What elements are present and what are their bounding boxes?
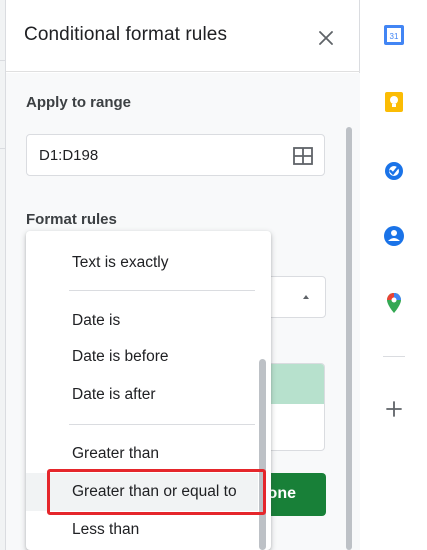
calendar-day: 31 xyxy=(390,32,399,41)
dropdown-arrow-icon xyxy=(303,295,309,299)
menu-item-greater-than[interactable]: Greater than xyxy=(26,435,258,473)
menu-item-label: Date is xyxy=(72,312,121,329)
menu-scrollbar[interactable] xyxy=(259,359,266,550)
close-icon xyxy=(319,31,333,45)
keep-icon[interactable] xyxy=(383,91,405,113)
tasks-icon[interactable] xyxy=(383,160,405,182)
panel-header: Conditional format rules xyxy=(6,0,360,72)
menu-item-less-than[interactable]: Less than xyxy=(26,511,258,549)
menu-item-label: Greater than xyxy=(72,445,160,462)
range-value[interactable]: D1:D198 xyxy=(39,147,98,164)
grid-select-icon[interactable] xyxy=(292,146,314,166)
menu-item-label: Less than xyxy=(72,521,140,538)
menu-item-text-is-exactly[interactable]: Text is exactly xyxy=(26,244,258,282)
side-panel-divider xyxy=(383,356,405,357)
panel-scrollbar[interactable] xyxy=(346,127,352,550)
side-panel: 31 xyxy=(361,0,427,550)
calendar-icon[interactable]: 31 xyxy=(383,24,405,46)
contacts-icon[interactable] xyxy=(383,225,405,247)
menu-item-label: Date is after xyxy=(72,386,156,403)
panel-title: Conditional format rules xyxy=(24,24,228,45)
done-button-label: one xyxy=(267,485,296,502)
close-button[interactable] xyxy=(312,24,340,52)
menu-item-label: Text is exactly xyxy=(72,254,169,271)
menu-item-date-is-before[interactable]: Date is before xyxy=(26,338,258,376)
menu-divider xyxy=(69,290,255,291)
menu-item-date-is[interactable]: Date is xyxy=(26,302,258,340)
highlight-annotation xyxy=(47,469,266,515)
menu-item-date-is-after[interactable]: Date is after xyxy=(26,376,258,414)
menu-item-label: Date is before xyxy=(72,348,169,365)
apply-to-range-label: Apply to range xyxy=(26,94,132,111)
format-rules-label: Format rules xyxy=(26,211,117,228)
range-input[interactable]: D1:D198 xyxy=(26,134,325,176)
menu-divider xyxy=(69,424,255,425)
maps-icon[interactable] xyxy=(383,292,405,314)
add-icon[interactable] xyxy=(383,398,405,420)
